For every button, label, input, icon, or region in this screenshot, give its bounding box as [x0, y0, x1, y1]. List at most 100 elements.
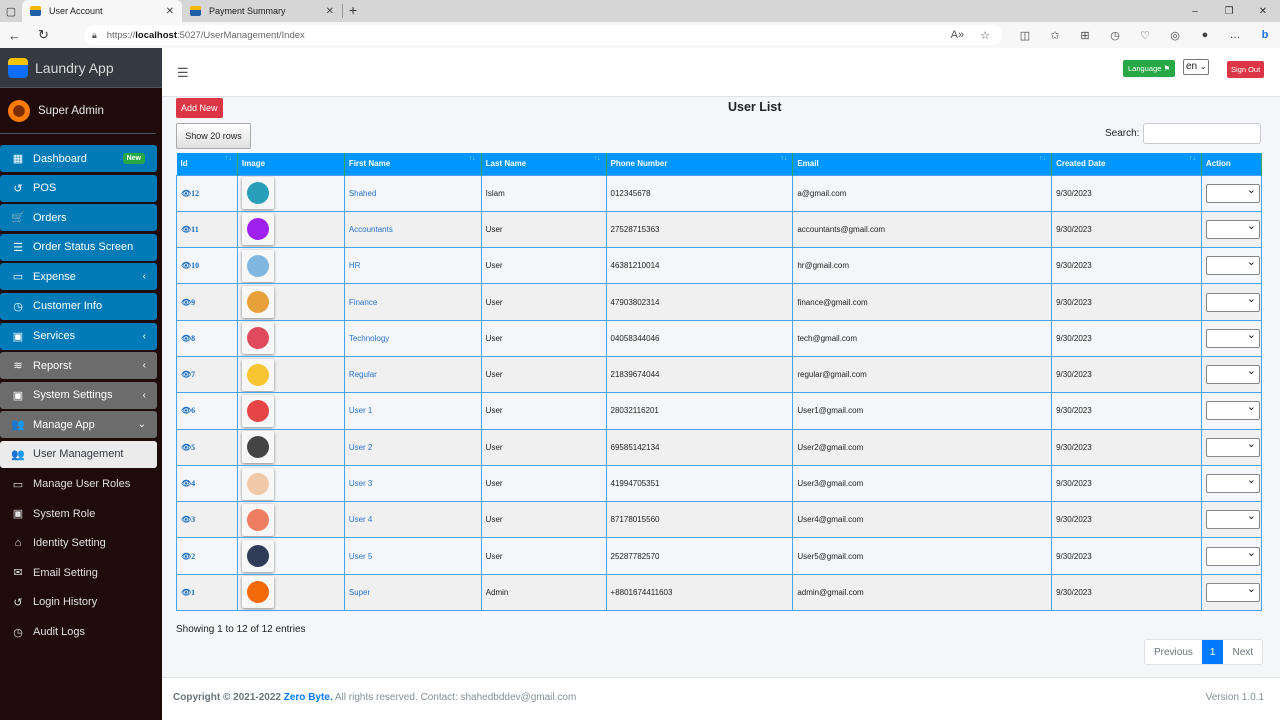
- browser-tab-user-account[interactable]: User Account ✕: [22, 0, 182, 22]
- column-header-email[interactable]: Email ↑↓: [792, 153, 1053, 175]
- sort-icon[interactable]: ↑↓: [1039, 155, 1046, 162]
- page-1-button[interactable]: 1: [1201, 640, 1224, 664]
- profile-icon[interactable]: ●: [1190, 29, 1220, 42]
- sidebar-item-order-status-screen[interactable]: ☰ Order Status Screen: [0, 233, 157, 261]
- id-cell[interactable]: 👁︎12: [176, 174, 238, 212]
- user-panel[interactable]: Super Admin: [0, 88, 156, 134]
- sidebar-item-manage-app[interactable]: 👥 Manage App ⌄: [0, 411, 157, 439]
- view-eye-icon[interactable]: 👁︎: [181, 443, 191, 452]
- action-select[interactable]: [1205, 219, 1260, 239]
- first-name-cell[interactable]: Super: [343, 573, 482, 612]
- view-eye-icon[interactable]: 👁︎: [181, 479, 191, 488]
- first-name-cell[interactable]: HR: [343, 247, 482, 285]
- action-select[interactable]: [1205, 546, 1260, 566]
- sidebar-item-system-settings[interactable]: ▣ System Settings ‹: [0, 381, 157, 409]
- column-header-last-name[interactable]: Last Name ↑↓: [481, 153, 607, 175]
- view-eye-icon[interactable]: 👁︎: [181, 406, 191, 415]
- sidebar-item-manage-user-roles[interactable]: ▭ Manage User Roles: [0, 471, 157, 498]
- close-window-icon[interactable]: ✕: [1246, 0, 1280, 22]
- action-select[interactable]: [1205, 364, 1260, 385]
- first-name-cell[interactable]: Shahed: [343, 174, 482, 212]
- id-cell[interactable]: 👁︎8: [176, 319, 238, 357]
- url-field[interactable]: 🔒︎ https://localhost:5027/UserManagement…: [83, 25, 1002, 45]
- view-eye-icon[interactable]: 👁︎: [181, 515, 191, 524]
- view-eye-icon[interactable]: 👁︎: [181, 370, 191, 379]
- tab-actions-icon[interactable]: ▢: [0, 0, 22, 22]
- bing-copilot-icon[interactable]: b: [1250, 29, 1280, 42]
- id-cell[interactable]: 👁︎7: [176, 355, 238, 394]
- brand-link[interactable]: Laundry App: [0, 48, 162, 88]
- action-select[interactable]: [1205, 509, 1260, 530]
- screenshot-icon[interactable]: ◎: [1160, 29, 1190, 42]
- view-eye-icon[interactable]: 👁︎: [181, 588, 191, 597]
- favorite-star-icon[interactable]: ☆: [980, 29, 990, 42]
- id-cell[interactable]: 👁︎11: [176, 210, 238, 249]
- sidebar-item-services[interactable]: ▣ Services ‹: [0, 322, 157, 350]
- action-select[interactable]: [1205, 183, 1260, 203]
- first-name-cell[interactable]: Finance: [343, 283, 482, 321]
- sidebar-item-orders[interactable]: 🛒 Orders: [0, 204, 157, 232]
- first-name-cell[interactable]: Accountants: [343, 210, 482, 249]
- show-rows-button[interactable]: Show 20 rows: [176, 123, 251, 149]
- first-name-cell[interactable]: User 1: [343, 392, 482, 430]
- company-link[interactable]: Zero Byte.: [284, 692, 333, 703]
- sort-icon[interactable]: ↑↓: [225, 155, 232, 162]
- language-button[interactable]: Language ⚑: [1123, 60, 1176, 77]
- more-icon[interactable]: …: [1220, 29, 1250, 42]
- action-select[interactable]: [1205, 582, 1260, 602]
- id-cell[interactable]: 👁︎10: [176, 247, 238, 285]
- sort-icon[interactable]: ↑↓: [780, 155, 787, 162]
- action-select[interactable]: [1205, 473, 1260, 494]
- view-eye-icon[interactable]: 👁︎: [181, 261, 191, 270]
- action-select[interactable]: [1205, 255, 1260, 276]
- first-name-cell[interactable]: User 2: [343, 428, 482, 466]
- sidebar-item-customer-info[interactable]: ◷ Customer Info: [0, 292, 157, 320]
- split-screen-icon[interactable]: ◫: [1010, 29, 1040, 42]
- favorites-icon[interactable]: ✩: [1040, 29, 1070, 42]
- first-name-cell[interactable]: User 5: [343, 537, 482, 575]
- id-cell[interactable]: 👁︎6: [176, 392, 238, 430]
- id-cell[interactable]: 👁︎4: [176, 464, 238, 503]
- id-cell[interactable]: 👁︎5: [176, 428, 238, 466]
- column-header-created-date[interactable]: Created Date ↑↓: [1051, 153, 1202, 175]
- action-select[interactable]: [1205, 437, 1260, 457]
- search-input[interactable]: [1143, 123, 1261, 144]
- first-name-cell[interactable]: Regular: [343, 355, 482, 394]
- next-page-button[interactable]: Next: [1223, 640, 1262, 664]
- action-select[interactable]: [1205, 328, 1260, 348]
- back-icon[interactable]: ←: [0, 28, 29, 43]
- previous-page-button[interactable]: Previous: [1145, 640, 1202, 664]
- sidebar-item-email-setting[interactable]: ✉ Email Setting: [0, 559, 157, 586]
- first-name-cell[interactable]: User 3: [343, 464, 482, 503]
- sidebar-item-expense[interactable]: ▭ Expense ‹: [0, 263, 157, 291]
- sidebar-item-pos[interactable]: ↺ POS: [0, 174, 157, 202]
- sidebar-item-audit-logs[interactable]: ◷ Audit Logs: [0, 619, 157, 646]
- column-header-id[interactable]: Id ↑↓: [176, 153, 238, 175]
- refresh-icon[interactable]: ↻: [29, 27, 58, 43]
- close-tab-icon[interactable]: ✕: [166, 6, 174, 17]
- first-name-cell[interactable]: User 4: [343, 501, 482, 539]
- column-header-action[interactable]: Action: [1201, 153, 1263, 175]
- sort-icon[interactable]: ↑↓: [1189, 155, 1196, 162]
- view-eye-icon[interactable]: 👁︎: [181, 189, 191, 198]
- sidebar-item-login-history[interactable]: ↺ Login History: [0, 589, 157, 616]
- id-cell[interactable]: 👁︎2: [176, 537, 238, 575]
- view-eye-icon[interactable]: 👁︎: [181, 552, 191, 561]
- id-cell[interactable]: 👁︎1: [176, 573, 238, 612]
- sort-icon[interactable]: ↑↓: [594, 155, 601, 162]
- column-header-image[interactable]: Image: [237, 153, 345, 175]
- hamburger-menu-icon[interactable]: ☰: [177, 65, 189, 81]
- performance-icon[interactable]: ♡: [1130, 29, 1160, 42]
- action-select[interactable]: [1205, 292, 1260, 312]
- id-cell[interactable]: 👁︎3: [176, 501, 238, 539]
- sidebar-item-dashboard[interactable]: ▦ Dashboard New: [0, 145, 157, 172]
- add-new-button[interactable]: Add New: [176, 98, 223, 118]
- view-eye-icon[interactable]: 👁︎: [181, 298, 191, 307]
- sidebar-item-user-management[interactable]: 👥 User Management: [0, 440, 157, 468]
- sidebar-item-reporst[interactable]: ≋ Reporst ‹: [0, 352, 157, 380]
- language-select[interactable]: en ⌄: [1183, 59, 1209, 75]
- history-icon[interactable]: ◷: [1100, 29, 1130, 42]
- view-eye-icon[interactable]: 👁︎: [181, 225, 191, 234]
- column-header-phone-number[interactable]: Phone Number ↑↓: [606, 153, 794, 175]
- read-aloud-icon[interactable]: A»: [951, 29, 964, 42]
